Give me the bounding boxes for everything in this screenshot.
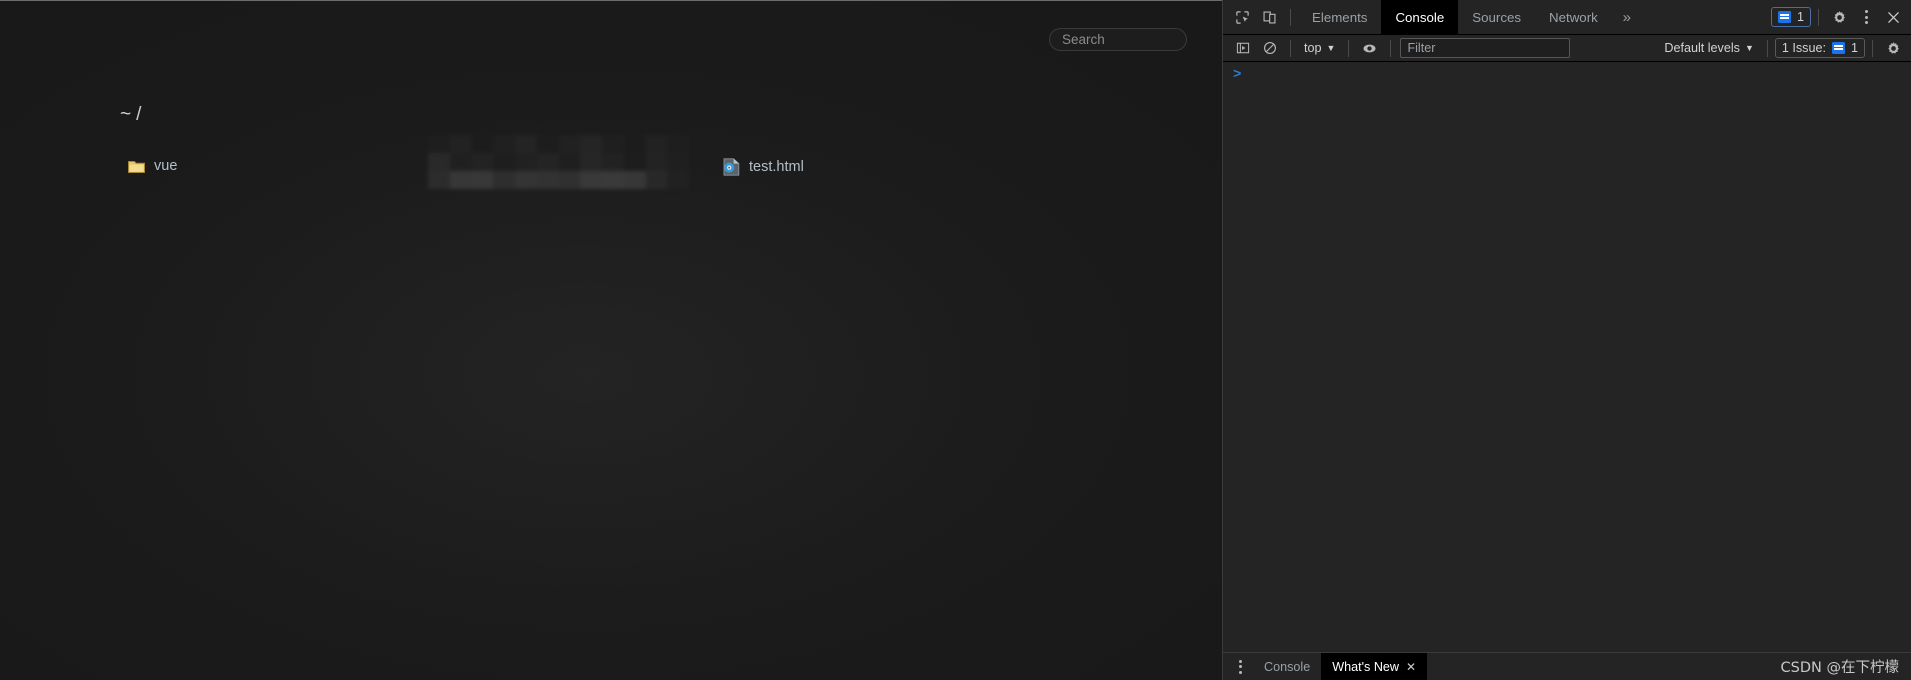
devtools-toolbar: Elements Console Sources Network » 1 — [1223, 0, 1911, 35]
issues-badge-count: 1 — [1796, 10, 1804, 24]
close-icon — [1888, 11, 1899, 23]
search-input[interactable] — [1049, 28, 1187, 51]
chevron-down-icon: ▼ — [1326, 43, 1336, 53]
issue-message-icon — [1777, 11, 1791, 23]
filterbar-divider — [1348, 39, 1350, 57]
gear-icon — [1834, 10, 1845, 23]
execution-context-selector[interactable]: top ▼ — [1298, 38, 1341, 59]
filterbar-divider — [1390, 39, 1392, 57]
more-options-button[interactable] — [1853, 4, 1880, 30]
filterbar-divider — [1290, 39, 1291, 57]
log-levels-selector[interactable]: Default levels ▼ — [1658, 38, 1760, 59]
chevron-down-icon: ▼ — [1744, 43, 1754, 53]
vertical-dots-icon — [1238, 659, 1242, 674]
close-icon[interactable]: ✕ — [1406, 660, 1416, 674]
clear-console-icon — [1263, 42, 1276, 54]
issues-counter-button[interactable]: 1 Issue: 1 — [1774, 38, 1865, 58]
settings-button[interactable] — [1826, 4, 1853, 30]
console-sidebar-icon — [1236, 42, 1249, 54]
filterbar-divider — [1766, 39, 1768, 57]
search-container — [1049, 28, 1187, 51]
filterbar-divider — [1872, 39, 1873, 57]
live-expression-icon — [1363, 44, 1376, 52]
clear-console-button[interactable] — [1256, 35, 1283, 61]
console-output[interactable]: > — [1223, 62, 1911, 652]
issues-counter-label: 1 Issue: — [1781, 41, 1826, 55]
inspect-element-icon — [1236, 10, 1249, 24]
list-item[interactable]: test.html — [723, 158, 804, 176]
breadcrumb-home[interactable]: ~ — [120, 104, 132, 125]
vertical-dots-icon — [1865, 10, 1868, 24]
app-root: ~/ vue — [0, 0, 1911, 680]
drawer-tab-console[interactable]: Console — [1253, 653, 1321, 680]
toolbar-divider — [1290, 8, 1291, 26]
file-list: vue test.html — [0, 151, 1222, 191]
breadcrumb: ~ / — [120, 104, 142, 126]
breadcrumb-separator: / — [136, 104, 143, 125]
issues-counter-count: 1 — [1850, 41, 1858, 55]
issues-badge-button[interactable]: 1 — [1770, 7, 1811, 27]
device-toolbar-icon — [1263, 11, 1276, 23]
live-expression-button[interactable] — [1356, 35, 1383, 61]
drawer-tab-whats-new[interactable]: What's New ✕ — [1321, 653, 1428, 680]
inspect-element-button[interactable] — [1229, 4, 1256, 30]
folder-icon — [128, 160, 145, 173]
console-filter-bar: top ▼ Default levels ▼ 1 Issue: — [1223, 35, 1911, 62]
drawer-tab-label: Console — [1264, 659, 1311, 674]
more-tabs-button[interactable]: » — [1612, 0, 1642, 35]
toolbar-divider — [1818, 8, 1819, 26]
devtools-panel: Elements Console Sources Network » 1 top… — [1222, 0, 1911, 680]
console-filter-input[interactable] — [1400, 38, 1571, 58]
tab-elements[interactable]: Elements — [1298, 0, 1381, 35]
html-file-icon — [723, 158, 740, 176]
devtools-tabstrip: Elements Console Sources Network » — [1298, 0, 1642, 35]
list-item-label: vue — [154, 158, 178, 174]
console-sidebar-toggle[interactable] — [1229, 35, 1256, 61]
directory-listing-page: ~/ vue — [0, 0, 1222, 680]
console-prompt-row[interactable]: > — [1223, 62, 1911, 84]
tab-console[interactable]: Console — [1381, 0, 1459, 35]
tab-network[interactable]: Network — [1535, 0, 1612, 35]
device-toolbar-button[interactable] — [1256, 4, 1283, 30]
close-devtools-button[interactable] — [1880, 4, 1907, 30]
list-item-label: test.html — [749, 159, 804, 175]
watermark: CSDN @在下柠檬 — [1780, 660, 1899, 676]
devtools-drawer-tabstrip: Console What's New ✕ CSDN @在下柠檬 — [1223, 652, 1911, 680]
execution-context-label: top — [1304, 41, 1322, 55]
drawer-more-options-button[interactable] — [1227, 653, 1253, 680]
console-prompt-arrow: > — [1233, 67, 1242, 83]
log-levels-label: Default levels — [1664, 41, 1740, 55]
console-settings-button[interactable] — [1880, 35, 1907, 61]
drawer-tab-label: What's New — [1332, 659, 1400, 674]
gear-icon — [1888, 41, 1899, 54]
list-item[interactable]: vue — [128, 158, 177, 174]
tab-sources[interactable]: Sources — [1458, 0, 1535, 35]
issue-message-icon — [1831, 42, 1845, 54]
